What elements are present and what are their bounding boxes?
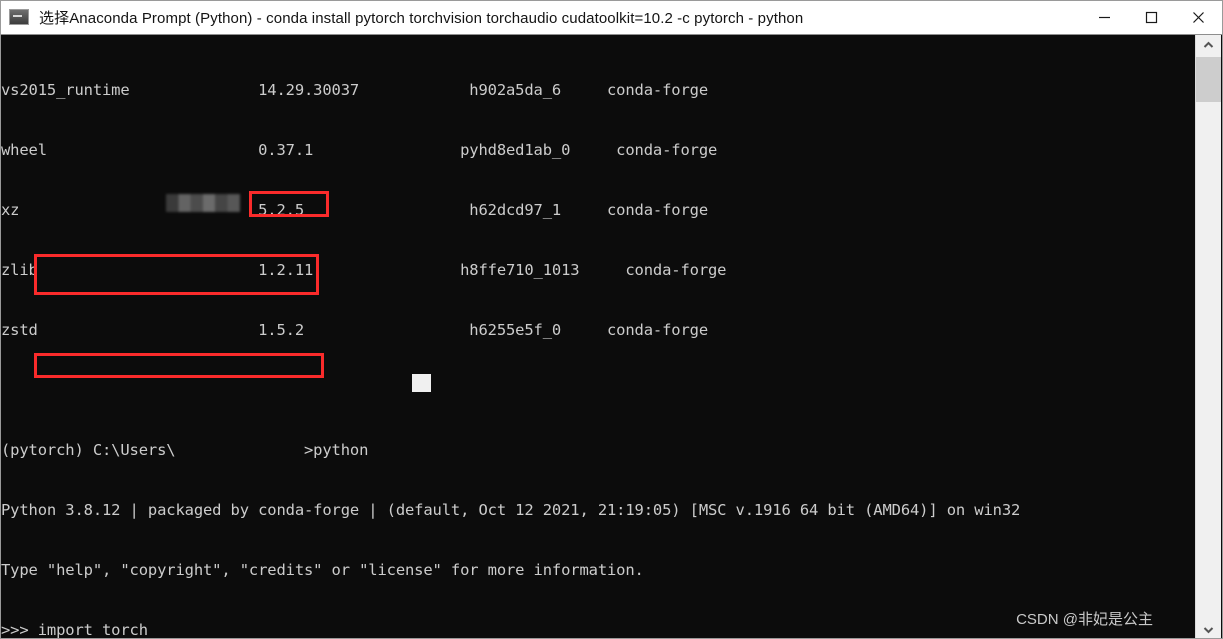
terminal-line: wheel 0.37.1 pyhd8ed1ab_0 conda-forge: [1, 141, 718, 159]
terminal-line: zlib 1.2.11 h8ffe710_1013 conda-forge: [1, 261, 727, 279]
window-controls: [1081, 1, 1222, 34]
terminal-line: xz 5.2.5 h62dcd97_1 conda-forge: [1, 201, 708, 219]
watermark: CSDN @非妃是公主: [1016, 611, 1153, 628]
scrollbar-track[interactable]: [1196, 54, 1221, 620]
chevron-down-icon[interactable]: [1196, 620, 1221, 638]
terminal-text: vs2015_runtime 14.29.30037 h902a5da_6 co…: [1, 35, 1021, 639]
terminal-line: >>> import torch: [1, 621, 148, 639]
redacted-username: [166, 194, 240, 212]
vertical-scrollbar[interactable]: [1195, 35, 1221, 638]
terminal-line: Python 3.8.12 | packaged by conda-forge …: [1, 501, 1021, 519]
window-title: 选择Anaconda Prompt (Python) - conda insta…: [39, 10, 804, 27]
console-icon: [9, 8, 31, 27]
maximize-button[interactable]: [1128, 1, 1175, 34]
text-cursor: [412, 374, 431, 392]
minimize-button[interactable]: [1081, 1, 1128, 34]
terminal-line: zstd 1.5.2 h6255e5f_0 conda-forge: [1, 321, 708, 339]
terminal-output-area[interactable]: vs2015_runtime 14.29.30037 h902a5da_6 co…: [1, 35, 1195, 639]
terminal-line: vs2015_runtime 14.29.30037 h902a5da_6 co…: [1, 81, 708, 99]
title-bar: 选择Anaconda Prompt (Python) - conda insta…: [1, 1, 1222, 35]
scrollbar-thumb[interactable]: [1196, 57, 1221, 102]
terminal-line: Type "help", "copyright", "credits" or "…: [1, 561, 644, 579]
terminal-line: (pytorch) C:\Users\ >python: [1, 441, 369, 459]
chevron-up-icon[interactable]: [1196, 35, 1221, 54]
close-button[interactable]: [1175, 1, 1222, 34]
console-window: 选择Anaconda Prompt (Python) - conda insta…: [0, 0, 1223, 639]
